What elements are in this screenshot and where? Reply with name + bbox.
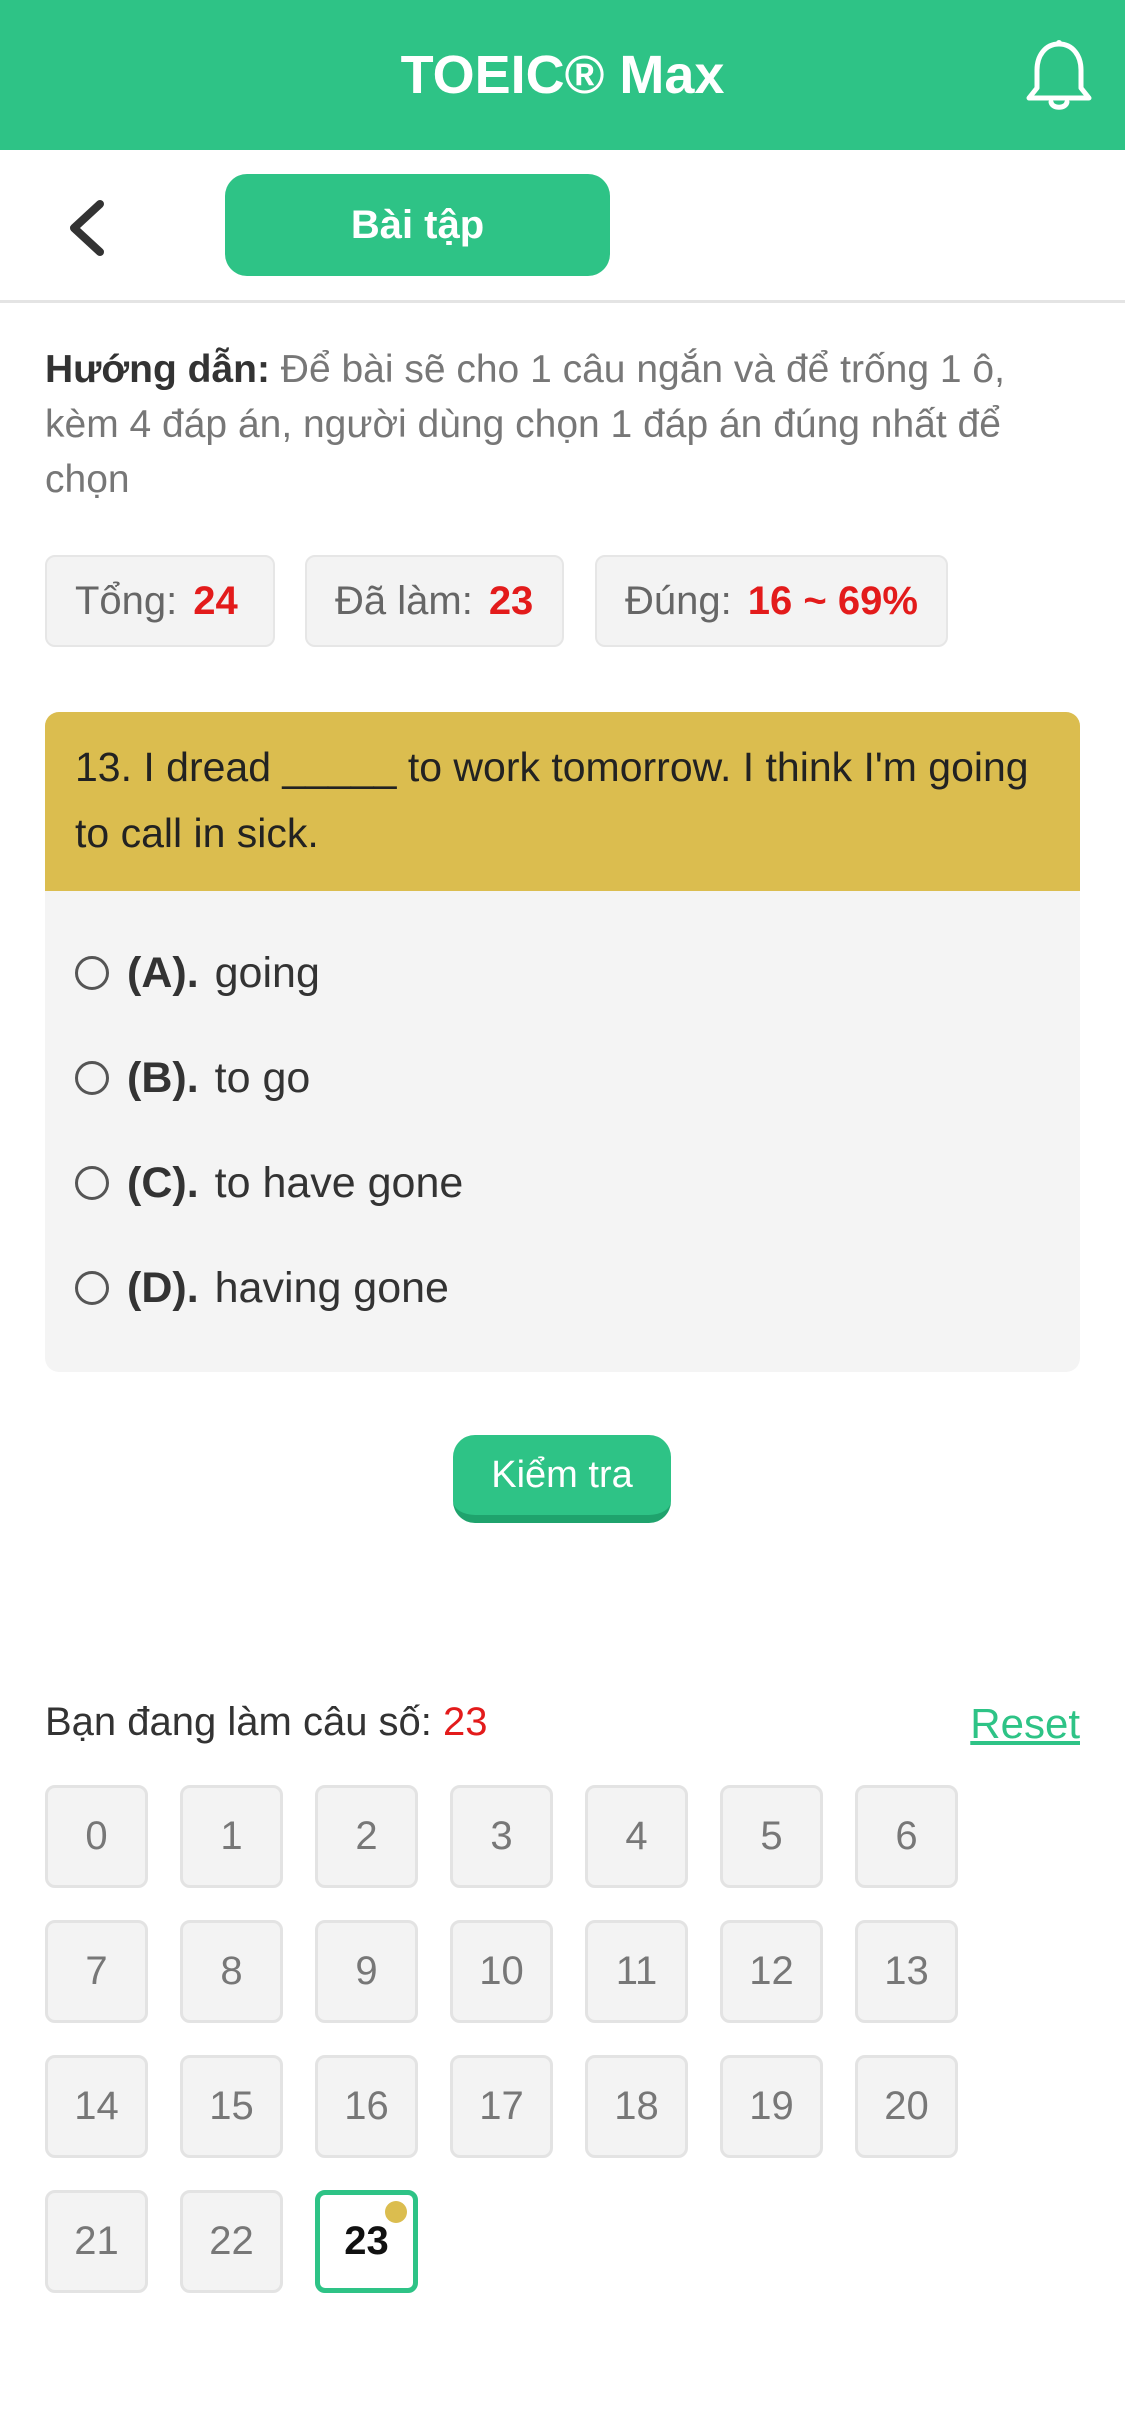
back-arrow-icon[interactable]	[60, 198, 116, 258]
question-number-label: 5	[760, 1814, 783, 1858]
option-text: to have gone	[214, 1158, 464, 1207]
question-number-label: 6	[895, 1814, 918, 1858]
current-question-number: 23	[443, 1700, 488, 1744]
question-number-8[interactable]: 8	[180, 1920, 283, 2023]
question-number-1[interactable]: 1	[180, 1785, 283, 1888]
question-number-label: 14	[74, 2084, 119, 2128]
sub-navigation: Bài tập	[0, 150, 1125, 303]
stat-correct-label: Đúng:	[625, 578, 732, 623]
option-key: (A).	[127, 948, 199, 997]
question-number-label: 23	[344, 2219, 389, 2263]
question-text: 13. I dread _____ to work tomorrow. I th…	[45, 712, 1080, 891]
question-number-13[interactable]: 13	[855, 1920, 958, 2023]
question-number-19[interactable]: 19	[720, 2055, 823, 2158]
question-number-label: 16	[344, 2084, 389, 2128]
instructions-label: Hướng dẫn:	[45, 348, 270, 391]
question-number-label: 1	[220, 1814, 243, 1858]
question-number-label: 22	[209, 2219, 254, 2263]
option-key: (C).	[127, 1158, 199, 1207]
question-number-20[interactable]: 20	[855, 2055, 958, 2158]
question-number-label: 0	[85, 1814, 108, 1858]
exercise-tab-button[interactable]: Bài tập	[225, 174, 610, 276]
question-number-15[interactable]: 15	[180, 2055, 283, 2158]
question-number-6[interactable]: 6	[855, 1785, 958, 1888]
question-number-label: 2	[355, 1814, 378, 1858]
question-number-21[interactable]: 21	[45, 2190, 148, 2293]
current-marker-dot	[385, 2201, 407, 2223]
question-number-17[interactable]: 17	[450, 2055, 553, 2158]
question-number-22[interactable]: 22	[180, 2190, 283, 2293]
question-number-label: 10	[479, 1949, 524, 1993]
stat-total-value: 24	[193, 578, 238, 623]
radio-button-icon[interactable]	[75, 1061, 109, 1095]
stat-total: Tổng: 24	[45, 555, 275, 647]
current-question-label: Bạn đang làm câu số:	[45, 1700, 432, 1744]
option-key: (D).	[127, 1263, 199, 1312]
option-text: to go	[214, 1053, 311, 1102]
question-number-5[interactable]: 5	[720, 1785, 823, 1888]
question-number-label: 4	[625, 1814, 648, 1858]
question-number-label: 7	[85, 1949, 108, 1993]
question-number-9[interactable]: 9	[315, 1920, 418, 2023]
question-number-2[interactable]: 2	[315, 1785, 418, 1888]
question-number-4[interactable]: 4	[585, 1785, 688, 1888]
option-key: (B).	[127, 1053, 199, 1102]
question-number-label: 13	[884, 1949, 929, 1993]
option-text: having gone	[214, 1263, 449, 1312]
question-number-label: 21	[74, 2219, 119, 2263]
radio-button-icon[interactable]	[75, 1271, 109, 1305]
question-number-0[interactable]: 0	[45, 1785, 148, 1888]
stat-correct-value: 16 ~ 69%	[747, 578, 918, 623]
question-number-label: 3	[490, 1814, 513, 1858]
radio-button-icon[interactable]	[75, 1166, 109, 1200]
question-number-12[interactable]: 12	[720, 1920, 823, 2023]
stat-done-label: Đã làm:	[335, 578, 473, 623]
radio-button-icon[interactable]	[75, 956, 109, 990]
question-number-label: 17	[479, 2084, 524, 2128]
question-number-11[interactable]: 11	[585, 1920, 688, 2023]
stat-total-label: Tổng:	[75, 578, 178, 623]
instructions: Hướng dẫn: Để bài sẽ cho 1 câu ngắn và đ…	[45, 342, 1085, 507]
question-number-3[interactable]: 3	[450, 1785, 553, 1888]
option-b[interactable]: (B). to go	[75, 1043, 310, 1113]
question-number-label: 15	[209, 2084, 254, 2128]
question-card: 13. I dread _____ to work tomorrow. I th…	[45, 712, 1080, 1372]
check-answer-button[interactable]: Kiểm tra	[453, 1435, 671, 1523]
question-number-label: 12	[749, 1949, 794, 1993]
app-title: TOEIC® Max	[400, 45, 725, 105]
question-number-label: 18	[614, 2084, 659, 2128]
question-number-10[interactable]: 10	[450, 1920, 553, 2023]
bell-icon[interactable]	[1023, 38, 1095, 114]
stat-done: Đã làm: 23	[305, 555, 564, 647]
question-number-label: 20	[884, 2084, 929, 2128]
stat-correct: Đúng: 16 ~ 69%	[595, 555, 948, 647]
option-text: going	[214, 948, 320, 997]
option-a[interactable]: (A). going	[75, 938, 320, 1008]
current-question-indicator: Bạn đang làm câu số: 23	[45, 1700, 488, 1745]
question-number-7[interactable]: 7	[45, 1920, 148, 2023]
question-number-label: 8	[220, 1949, 243, 1993]
question-number-18[interactable]: 18	[585, 2055, 688, 2158]
question-number-14[interactable]: 14	[45, 2055, 148, 2158]
question-number-label: 19	[749, 2084, 794, 2128]
question-number-23[interactable]: 23	[315, 2190, 418, 2293]
option-c[interactable]: (C). to have gone	[75, 1148, 463, 1218]
question-number-label: 11	[615, 1949, 658, 1993]
reset-link[interactable]: Reset	[970, 1700, 1080, 1748]
question-number-16[interactable]: 16	[315, 2055, 418, 2158]
option-d[interactable]: (D). having gone	[75, 1253, 449, 1323]
question-number-label: 9	[355, 1949, 378, 1993]
app-header: TOEIC® Max	[0, 0, 1125, 150]
stat-done-value: 23	[488, 578, 534, 623]
